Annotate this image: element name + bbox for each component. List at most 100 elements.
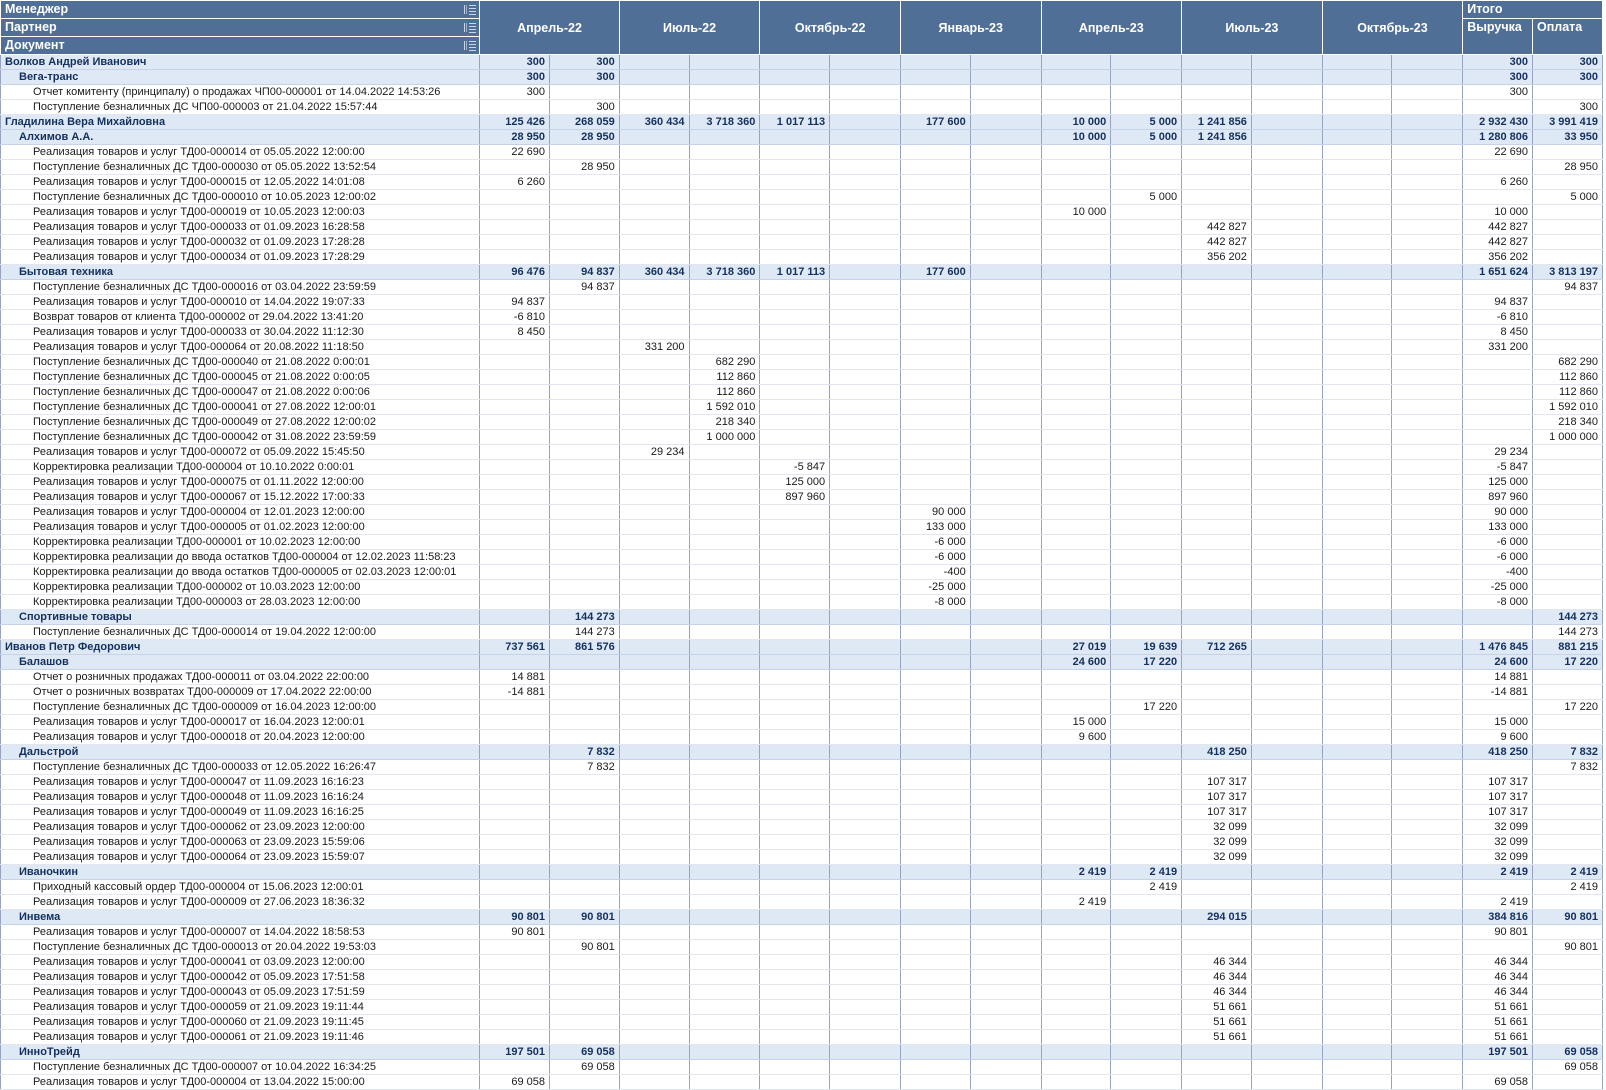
document-row[interactable]: Поступление безналичных ДС ТД00-000016 о… (0, 279, 1603, 295)
document-row[interactable]: Реализация товаров и услуг ТД00-000062 о… (0, 819, 1603, 835)
value-cell (759, 69, 831, 85)
value-cell (1181, 609, 1252, 625)
partner-row[interactable]: Иваночкин 2 419 2 419 2 419 2 419 (0, 864, 1603, 880)
document-row[interactable]: Корректировка реализации ТД00-000003 от … (0, 594, 1603, 610)
document-row[interactable]: Поступление безналичных ДС ТД00-000010 о… (0, 189, 1603, 205)
value-cell (618, 1059, 690, 1075)
document-row[interactable]: Реализация товаров и услуг ТД00-000043 о… (0, 984, 1603, 1000)
document-row[interactable]: Реализация товаров и услуг ТД00-000072 о… (0, 444, 1603, 460)
document-row[interactable]: Поступление безналичных ДС ТД00-000009 о… (0, 699, 1603, 715)
document-row[interactable]: Корректировка реализации до ввода остатк… (0, 549, 1603, 565)
document-row[interactable]: Реализация товаров и услуг ТД00-000004 о… (0, 1074, 1603, 1090)
value-cell (1181, 264, 1252, 280)
header-period: Июль-22 (618, 0, 761, 55)
document-row[interactable]: Реализация товаров и услуг ТД00-000064 о… (0, 339, 1603, 355)
value-cell: 300 (548, 54, 620, 70)
row-label: Поступление безналичных ДС ТД00-000014 о… (0, 624, 481, 640)
sort-icon[interactable] (464, 40, 477, 51)
document-row[interactable]: Реализация товаров и услуг ТД00-000059 о… (0, 999, 1603, 1015)
document-row[interactable]: Поступление безналичных ДС ТД00-000014 о… (0, 624, 1603, 640)
document-row[interactable]: Поступление безналичных ДС ЧП00-000003 о… (0, 99, 1603, 115)
manager-row[interactable]: Волков Андрей Иванович 300 300 300 300 (0, 54, 1603, 70)
row-label: Гладилина Вера Михайловна (0, 114, 481, 130)
value-cell (548, 84, 620, 100)
document-row[interactable]: Отчет о розничных возвратах ТД00-000009 … (0, 684, 1603, 700)
partner-row[interactable]: Инвема 90 801 90 801 294 015 384 816 90 801 (0, 909, 1603, 925)
value-cell (1110, 789, 1183, 805)
document-row[interactable]: Реализация товаров и услуг ТД00-000060 о… (0, 1014, 1603, 1030)
document-row[interactable]: Реализация товаров и услуг ТД00-000019 о… (0, 204, 1603, 220)
document-row[interactable]: Реализация товаров и услуг ТД00-000007 о… (0, 924, 1603, 940)
document-row[interactable]: Поступление безналичных ДС ТД00-000045 о… (0, 369, 1603, 385)
value-cell (1040, 234, 1112, 250)
document-row[interactable]: Реализация товаров и услуг ТД00-000041 о… (0, 954, 1603, 970)
document-row[interactable]: Реализация товаров и услуг ТД00-000033 о… (0, 324, 1603, 340)
document-row[interactable]: Реализация товаров и услуг ТД00-000049 о… (0, 804, 1603, 820)
partner-row[interactable]: Бытовая техника 96 476 94 837 360 434 3 718 … (0, 264, 1603, 280)
document-row[interactable]: Реализация товаров и услуг ТД00-000047 о… (0, 774, 1603, 790)
document-row[interactable]: Реализация товаров и услуг ТД00-000032 о… (0, 234, 1603, 250)
header-dimension-manager[interactable]: Менеджер (0, 0, 481, 19)
partner-row[interactable]: Вега-транс 300 300 300 300 (0, 69, 1603, 85)
document-row[interactable]: Реализация товаров и услуг ТД00-000061 о… (0, 1029, 1603, 1045)
document-row[interactable]: Реализация товаров и услуг ТД00-000017 о… (0, 714, 1603, 730)
value-cell (969, 1059, 1042, 1075)
partner-row[interactable]: ИнноТрейд 197 501 69 058 197 501 69 058 (0, 1044, 1603, 1060)
document-row[interactable]: Реализация товаров и услуг ТД00-000063 о… (0, 834, 1603, 850)
document-row[interactable]: Реализация товаров и услуг ТД00-000033 о… (0, 219, 1603, 235)
value-cell: 1 241 856 (1181, 129, 1252, 145)
document-row[interactable]: Поступление безналичных ДС ТД00-000049 о… (0, 414, 1603, 430)
document-row[interactable]: Реализация товаров и услуг ТД00-000005 о… (0, 519, 1603, 535)
document-row[interactable]: Корректировка реализации ТД00-000002 от … (0, 579, 1603, 595)
document-row[interactable]: Реализация товаров и услуг ТД00-000048 о… (0, 789, 1603, 805)
manager-row[interactable]: Иванов Петр Федорович 737 561 861 576 27 01… (0, 639, 1603, 655)
value-cell (759, 1074, 831, 1090)
value-cell (899, 804, 971, 820)
value-cell (1250, 219, 1323, 235)
sort-icon[interactable] (464, 4, 477, 15)
document-row[interactable]: Реализация товаров и услуг ТД00-000015 о… (0, 174, 1603, 190)
document-row[interactable]: Приходный кассовый ордер ТД00-000004 от … (0, 879, 1603, 895)
document-row[interactable]: Поступление безналичных ДС ТД00-000042 о… (0, 429, 1603, 445)
document-row[interactable]: Отчет комитенту (принципалу) о продажах … (0, 84, 1603, 100)
document-row[interactable]: Поступление безналичных ДС ТД00-000047 о… (0, 384, 1603, 400)
document-row[interactable]: Поступление безналичных ДС ТД00-000041 о… (0, 399, 1603, 415)
document-row[interactable]: Поступление безналичных ДС ТД00-000007 о… (0, 1059, 1603, 1075)
document-row[interactable]: Реализация товаров и услуг ТД00-000018 о… (0, 729, 1603, 745)
document-row[interactable]: Реализация товаров и услуг ТД00-000042 о… (0, 969, 1603, 985)
document-row[interactable]: Отчет о розничных продажах ТД00-000011 о… (0, 669, 1603, 685)
sort-icon[interactable] (464, 22, 477, 33)
document-row[interactable]: Поступление безналичных ДС ТД00-000030 о… (0, 159, 1603, 175)
document-row[interactable]: Реализация товаров и услуг ТД00-000010 о… (0, 294, 1603, 310)
value-cell (1532, 174, 1603, 190)
value-cell (1532, 804, 1603, 820)
document-row[interactable]: Корректировка реализации ТД00-000001 от … (0, 534, 1603, 550)
document-row[interactable]: Реализация товаров и услуг ТД00-000009 о… (0, 894, 1603, 910)
document-row[interactable]: Реализация товаров и услуг ТД00-000064 о… (0, 849, 1603, 865)
value-cell (1110, 279, 1183, 295)
document-row[interactable]: Поступление безналичных ДС ТД00-000033 о… (0, 759, 1603, 775)
document-row[interactable]: Корректировка реализации до ввода остатк… (0, 564, 1603, 580)
document-row[interactable]: Реализация товаров и услуг ТД00-000034 о… (0, 249, 1603, 265)
value-cell: 90 801 (479, 909, 550, 925)
value-cell (899, 339, 971, 355)
document-row[interactable]: Возврат товаров от клиента ТД00-000002 о… (0, 309, 1603, 325)
document-row[interactable]: Реализация товаров и услуг ТД00-000067 о… (0, 489, 1603, 505)
partner-row[interactable]: Дальстрой 7 832 418 250 418 250 7 832 (0, 744, 1603, 760)
document-row[interactable]: Реализация товаров и услуг ТД00-000075 о… (0, 474, 1603, 490)
document-row[interactable]: Корректировка реализации ТД00-000004 от … (0, 459, 1603, 475)
manager-row[interactable]: Гладилина Вера Михайловна 125 426 268 059 3… (0, 114, 1603, 130)
document-row[interactable]: Поступление безналичных ДС ТД00-000013 о… (0, 939, 1603, 955)
value-cell: 125 000 (759, 474, 831, 490)
value-cell (759, 744, 831, 760)
header-dimension-partner[interactable]: Партнер (0, 18, 481, 37)
value-cell (759, 1014, 831, 1030)
header-dimension-document[interactable]: Документ (0, 36, 481, 55)
partner-row[interactable]: Спортивные товары 144 273 144 273 (0, 609, 1603, 625)
document-row[interactable]: Реализация товаров и услуг ТД00-000014 о… (0, 144, 1603, 160)
value-cell (1250, 624, 1323, 640)
partner-row[interactable]: Алхимов А.А. 28 950 28 950 10 000 5 000 1 241… (0, 129, 1603, 145)
document-row[interactable]: Реализация товаров и услуг ТД00-000004 о… (0, 504, 1603, 520)
document-row[interactable]: Поступление безналичных ДС ТД00-000040 о… (0, 354, 1603, 370)
partner-row[interactable]: Балашов 24 600 17 220 24 600 17 220 (0, 654, 1603, 670)
